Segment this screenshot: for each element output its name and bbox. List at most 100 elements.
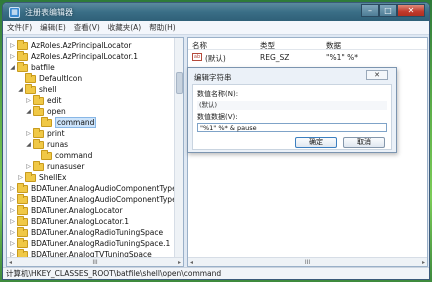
expand-arrow-icon[interactable]: ▷ <box>25 163 32 170</box>
folder-icon <box>25 171 36 182</box>
collapse-arrow-icon[interactable]: ◢ <box>25 108 32 115</box>
expand-arrow-icon[interactable]: ▷ <box>9 42 16 49</box>
tree-item[interactable]: ◢ open <box>25 105 66 117</box>
folder-icon <box>33 94 44 105</box>
cancel-button[interactable]: 取消 <box>343 137 385 148</box>
collapse-arrow-icon[interactable]: ◢ <box>9 64 16 71</box>
folder-icon <box>17 182 28 193</box>
tree-item-label: shell <box>39 85 57 94</box>
collapse-arrow-icon[interactable]: ◢ <box>17 86 24 93</box>
registry-tree[interactable]: ▷ AzRoles.AzPrincipalLocator ▷ AzRoles.A… <box>6 37 184 267</box>
scroll-right-icon[interactable]: ▸ <box>176 259 183 266</box>
scroll-grip-icon[interactable]: III <box>90 259 99 266</box>
title-bar[interactable]: ▦ 注册表编辑器 – □ ✕ <box>3 3 429 21</box>
folder-icon <box>41 149 52 160</box>
tree-item[interactable]: ▷ print <box>25 127 65 139</box>
menu-help[interactable]: 帮助(H) <box>145 22 180 33</box>
menu-file[interactable]: 文件(F) <box>3 22 36 33</box>
window-title: 注册表编辑器 <box>25 7 73 17</box>
collapse-arrow-icon[interactable]: ◢ <box>25 141 32 148</box>
tree-horizontal-scrollbar[interactable]: ◂ III ▸ <box>7 257 183 266</box>
tree-item[interactable]: ▷ BDATuner.AnalogLocator <box>9 204 123 216</box>
folder-icon <box>41 116 52 127</box>
tree-item[interactable]: ◢ batfile <box>9 61 55 73</box>
tree-item-label: runasuser <box>47 162 85 171</box>
expand-arrow-icon[interactable]: ▷ <box>17 174 24 181</box>
value-data: "%1" %* <box>326 53 359 62</box>
tree-item[interactable]: ▷ edit <box>25 94 62 106</box>
expand-arrow-icon[interactable]: ▷ <box>9 185 16 192</box>
tree-item-label: AzRoles.AzPrincipalLocator <box>31 41 132 50</box>
folder-icon <box>17 61 28 72</box>
expand-arrow-icon[interactable]: ▷ <box>9 218 16 225</box>
tree-item[interactable]: ▷ AzRoles.AzPrincipalLocator <box>9 39 132 51</box>
ok-button[interactable]: 确定 <box>295 137 337 148</box>
scroll-grip-icon[interactable]: III <box>303 259 312 266</box>
tree-item[interactable]: ▷ BDATuner.AnalogAudioComponentType.1 <box>9 193 184 205</box>
dialog-body: 数值名称(N): (默认) 数值数据(V): "%1" %* & pause 确… <box>192 84 392 150</box>
folder-icon <box>17 215 28 226</box>
menu-edit[interactable]: 编辑(E) <box>36 22 70 33</box>
window-controls: – □ ✕ <box>361 4 425 17</box>
expand-arrow-icon[interactable]: ▷ <box>25 130 32 137</box>
registry-app-icon: ▦ <box>9 6 20 18</box>
tree-item[interactable]: ▷ AzRoles.AzPrincipalLocator.1 <box>9 50 138 62</box>
tree-item-label: BDATuner.AnalogAudioComponentType.1 <box>31 195 184 204</box>
folder-icon <box>33 138 44 149</box>
column-header-data[interactable]: 数据 <box>326 40 341 51</box>
scroll-left-icon[interactable]: ◂ <box>7 259 14 266</box>
column-header-type[interactable]: 类型 <box>260 40 275 51</box>
minimize-button[interactable]: – <box>361 4 379 17</box>
tree-item-label: DefaultIcon <box>39 74 83 83</box>
tree-item-selected[interactable]: command <box>33 116 97 128</box>
edit-string-dialog: 编辑字符串 ✕ 数值名称(N): (默认) 数值数据(V): "%1" %* &… <box>187 67 397 153</box>
scroll-right-icon[interactable]: ▸ <box>420 259 427 266</box>
column-header-name[interactable]: 名称 <box>192 40 207 51</box>
tree-item[interactable]: ▷ ShellEx <box>17 171 66 183</box>
tree-item[interactable]: DefaultIcon <box>17 72 83 84</box>
menu-favorites[interactable]: 收藏夹(A) <box>104 22 145 33</box>
tree-item[interactable]: ◢ shell <box>17 83 57 95</box>
folder-icon <box>17 50 28 61</box>
menu-view[interactable]: 查看(V) <box>70 22 104 33</box>
expand-arrow-icon[interactable]: ▷ <box>25 97 32 104</box>
folder-icon <box>17 39 28 50</box>
tree-item[interactable]: ▷ BDATuner.AnalogLocator.1 <box>9 215 129 227</box>
value-type: REG_SZ <box>260 53 290 62</box>
tree-item-label: print <box>47 129 65 138</box>
value-data-input[interactable]: "%1" %* & pause <box>197 123 387 132</box>
maximize-button[interactable]: □ <box>379 4 397 17</box>
expand-arrow-icon[interactable]: ▷ <box>9 53 16 60</box>
folder-icon <box>25 83 36 94</box>
tree-item-label: batfile <box>31 63 55 72</box>
expand-arrow-icon[interactable]: ▷ <box>9 229 16 236</box>
tree-vertical-scrollbar[interactable] <box>174 38 183 266</box>
folder-icon <box>17 204 28 215</box>
tree-item[interactable]: ▷ BDATuner.AnalogRadioTuningSpace <box>9 226 163 238</box>
status-bar-path: 计算机\HKEY_CLASSES_ROOT\batfile\shell\open… <box>3 267 429 279</box>
expand-arrow-icon[interactable]: ▷ <box>9 207 16 214</box>
scroll-left-icon[interactable]: ◂ <box>188 259 195 266</box>
tree-item-label: AzRoles.AzPrincipalLocator.1 <box>31 52 138 61</box>
tree-item[interactable]: ▷ runasuser <box>25 160 85 172</box>
tree-item-label: BDATuner.AnalogLocator <box>31 206 123 215</box>
tree-item[interactable]: ◢ runas <box>25 138 68 150</box>
tree-item[interactable]: ▷ BDATuner.AnalogAudioComponentType <box>9 182 177 194</box>
tree-item-label: edit <box>47 96 62 105</box>
expand-arrow-icon[interactable]: ▷ <box>9 240 16 247</box>
tree-item-label: open <box>47 107 66 116</box>
tree-item[interactable]: command <box>33 149 92 161</box>
list-header: 名称 类型 数据 <box>188 38 427 50</box>
tree-item[interactable]: ▷ BDATuner.AnalogRadioTuningSpace.1 <box>9 237 170 249</box>
close-button[interactable]: ✕ <box>397 4 425 17</box>
tree-scroll-thumb[interactable] <box>176 72 183 94</box>
expand-arrow-icon[interactable]: ▷ <box>9 196 16 203</box>
folder-icon <box>25 72 36 83</box>
list-horizontal-scrollbar[interactable]: ◂ III ▸ <box>188 257 427 266</box>
tree-item-label: command <box>55 117 97 128</box>
folder-icon <box>33 160 44 171</box>
menu-bar: 文件(F) 编辑(E) 查看(V) 收藏夹(A) 帮助(H) <box>3 21 429 35</box>
dialog-close-button[interactable]: ✕ <box>366 70 388 80</box>
folder-icon <box>17 193 28 204</box>
value-row[interactable]: ab (默认) REG_SZ "%1" %* <box>188 52 427 63</box>
